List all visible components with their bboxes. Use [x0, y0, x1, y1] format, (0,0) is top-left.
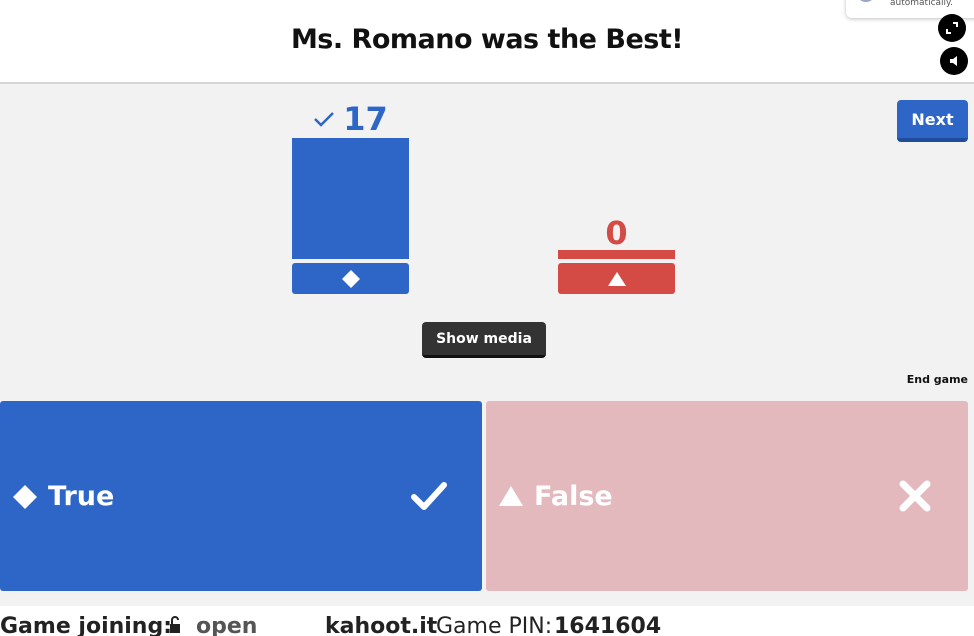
answer-false-label: False	[534, 481, 613, 512]
diamond-icon	[341, 269, 360, 288]
triangle-icon	[607, 271, 626, 286]
triangle-icon	[499, 486, 523, 506]
fullscreen-button[interactable]	[938, 14, 966, 42]
question-header: Ms. Romano was the Best!	[0, 0, 974, 84]
true-count-label: 17	[292, 100, 409, 138]
checkmark-icon	[314, 112, 335, 127]
show-media-button[interactable]: Show media	[422, 322, 546, 358]
toast-text: automatically.	[890, 0, 953, 8]
answer-true-label: True	[48, 481, 115, 512]
diamond-icon	[13, 485, 37, 509]
game-joining-status[interactable]: open	[196, 614, 257, 636]
false-count-label: 0	[558, 214, 675, 252]
sound-button[interactable]	[940, 47, 968, 75]
checkmark-icon	[411, 482, 447, 510]
footer-bar: Game joining: open kahoot.it Game PIN: 1…	[0, 606, 974, 636]
end-game-button[interactable]: End game	[890, 373, 968, 386]
fullscreen-icon	[946, 22, 958, 34]
false-result-bar	[558, 250, 675, 259]
speaker-icon	[950, 56, 957, 66]
unlock-icon	[170, 616, 180, 633]
answer-false: False	[486, 401, 968, 591]
cross-icon	[899, 480, 931, 512]
kahoot-site: kahoot.it	[325, 614, 438, 636]
true-count: 17	[343, 100, 388, 138]
question-title: Ms. Romano was the Best!	[290, 24, 684, 55]
next-button[interactable]: Next	[897, 100, 968, 142]
false-result-base	[558, 263, 675, 294]
game-joining-label: Game joining:	[0, 614, 173, 636]
toast-avatar	[856, 0, 876, 2]
false-count: 0	[605, 214, 628, 252]
game-pin-label: Game PIN:	[436, 614, 553, 636]
true-result-base	[292, 263, 409, 294]
answer-true: True	[0, 401, 482, 591]
game-pin: 1641604	[554, 614, 662, 636]
true-result-bar	[292, 138, 409, 259]
